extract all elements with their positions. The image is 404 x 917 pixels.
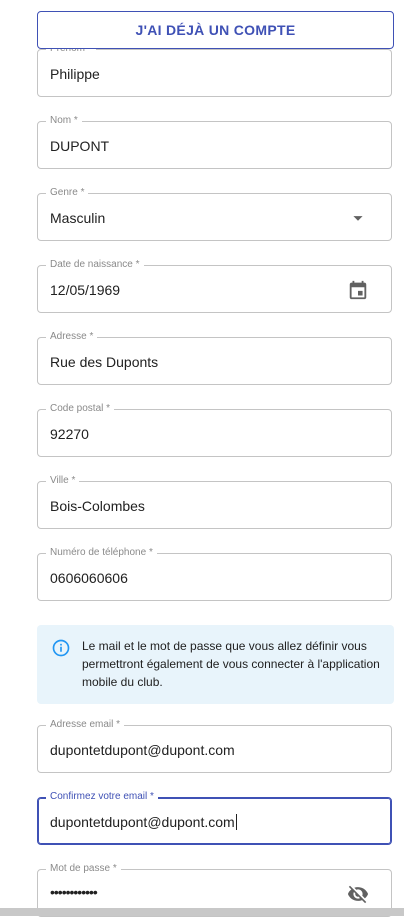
existing-account-button[interactable]: J'AI DÉJÀ UN COMPTE [37, 11, 394, 49]
info-icon [52, 639, 70, 657]
text-caret [235, 814, 237, 830]
ville-field[interactable]: Ville * Bois-Colombes [37, 475, 392, 529]
nom-label: Nom * [46, 115, 82, 127]
password-label: Mot de passe * [46, 863, 121, 875]
email-input[interactable]: dupontetdupont@dupont.com [50, 741, 235, 759]
adresse-label: Adresse * [46, 331, 98, 343]
telephone-field[interactable]: Numéro de téléphone * 0606060606 [37, 547, 392, 601]
code-postal-input[interactable]: 92270 [50, 425, 89, 443]
adresse-input[interactable]: Rue des Duponts [50, 353, 158, 371]
nom-field[interactable]: Nom * DUPONT [37, 115, 392, 169]
confirm-email-value: dupontetdupont@dupont.com [50, 814, 235, 830]
ville-input[interactable]: Bois-Colombes [50, 497, 145, 515]
prenom-field[interactable]: Prénom * Philippe [37, 43, 392, 97]
code-postal-field[interactable]: Code postal * 92270 [37, 403, 392, 457]
calendar-icon[interactable] [347, 279, 369, 301]
telephone-input[interactable]: 0606060606 [50, 569, 128, 587]
adresse-field[interactable]: Adresse * Rue des Duponts [37, 331, 392, 385]
genre-value[interactable]: Masculin [50, 209, 105, 227]
telephone-label: Numéro de téléphone * [46, 547, 157, 559]
email-field[interactable]: Adresse email * dupontetdupont@dupont.co… [37, 719, 392, 773]
dropdown-arrow-icon[interactable] [347, 207, 369, 229]
genre-label: Genre * [46, 187, 89, 199]
horizontal-scrollbar[interactable] [0, 908, 404, 916]
ville-label: Ville * [46, 475, 80, 487]
confirm-email-field[interactable]: Confirmez votre email * dupontetdupont@d… [37, 791, 392, 845]
info-alert: Le mail et le mot de passe que vous alle… [37, 625, 394, 704]
prenom-input[interactable]: Philippe [50, 65, 100, 83]
email-label: Adresse email * [46, 719, 125, 731]
confirm-email-input[interactable]: dupontetdupont@dupont.com [50, 813, 237, 831]
code-postal-label: Code postal * [46, 403, 115, 415]
date-naissance-label: Date de naissance * [46, 259, 144, 271]
genre-select[interactable]: Genre * Masculin [37, 187, 392, 241]
confirm-email-label: Confirmez votre email * [46, 791, 158, 803]
date-naissance-field[interactable]: Date de naissance * 12/05/1969 [37, 259, 392, 313]
date-naissance-input[interactable]: 12/05/1969 [50, 281, 120, 299]
eye-off-icon[interactable] [347, 883, 369, 905]
password-input[interactable]: •••••••••••• [50, 883, 98, 901]
nom-input[interactable]: DUPONT [50, 137, 109, 155]
info-text: Le mail et le mot de passe que vous alle… [82, 639, 380, 689]
